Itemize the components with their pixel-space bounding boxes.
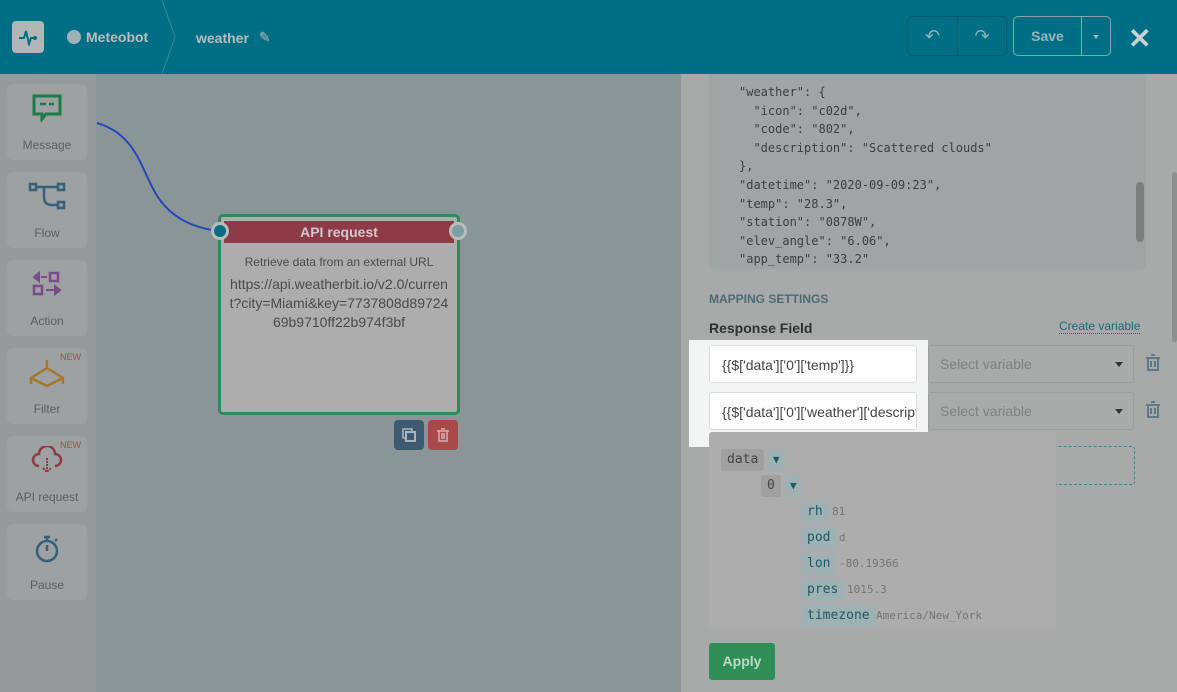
- delete-mapping-icon[interactable]: [1145, 401, 1161, 419]
- apply-button[interactable]: Apply: [709, 643, 775, 680]
- save-group: Save: [1013, 16, 1111, 56]
- app-logo-icon[interactable]: [12, 21, 44, 53]
- caret-down-icon: [1115, 362, 1123, 371]
- header: Meteobot weather ✎ ↶ ↷ Save ✕: [0, 0, 1177, 74]
- save-button[interactable]: Save: [1014, 17, 1082, 55]
- response-field-input[interactable]: {{$['data']['0']['temp']}}: [709, 345, 917, 383]
- cloud-download-icon: [31, 444, 63, 474]
- delete-mapping-icon[interactable]: [1145, 354, 1161, 372]
- bot-breadcrumb[interactable]: Meteobot: [67, 29, 148, 45]
- tool-action[interactable]: Action: [7, 260, 87, 336]
- tree-key[interactable]: timezone: [801, 605, 876, 627]
- flow-name[interactable]: weather ✎: [196, 29, 271, 46]
- undo-button[interactable]: ↶: [908, 17, 958, 55]
- tree-key[interactable]: 0: [761, 475, 781, 497]
- messenger-icon: [67, 30, 81, 44]
- tree-key[interactable]: pres: [801, 579, 845, 601]
- history-buttons: ↶ ↷: [907, 16, 1007, 56]
- output-port[interactable]: [449, 222, 467, 240]
- variable-select[interactable]: Select variable: [928, 392, 1134, 430]
- breadcrumb-separator: [162, 0, 176, 74]
- tree-key[interactable]: lon: [801, 553, 837, 575]
- collapse-toggle-icon[interactable]: ▼: [768, 449, 785, 471]
- action-icon: [32, 270, 62, 297]
- caret-down-icon: [1115, 409, 1123, 418]
- delete-node-button[interactable]: [428, 420, 458, 450]
- tool-flow[interactable]: Flow: [7, 172, 87, 248]
- tool-sidebar: Message Flow Action NEW Filter NEW API req…: [0, 74, 96, 692]
- connection-line: [96, 122, 222, 232]
- panel-scrollbar[interactable]: [1172, 172, 1177, 342]
- filter-icon: [29, 360, 65, 388]
- message-icon: [32, 94, 62, 124]
- duplicate-node-button[interactable]: [394, 420, 424, 450]
- flow-icon: [28, 182, 66, 210]
- response-field-input[interactable]: {{$['data']['0']['weather']['description…: [709, 392, 917, 430]
- variable-select[interactable]: Select variable: [928, 345, 1134, 383]
- create-variable-link[interactable]: Create variable: [1059, 319, 1141, 334]
- response-preview: "weather": { "icon": "c02d", "code": "80…: [709, 74, 1146, 270]
- save-dropdown-button[interactable]: [1082, 17, 1110, 55]
- tree-key[interactable]: rh: [801, 501, 829, 523]
- copy-icon: [402, 428, 416, 442]
- redo-button[interactable]: ↷: [958, 17, 1006, 55]
- tree-key[interactable]: data: [721, 449, 765, 471]
- tool-pause[interactable]: Pause: [7, 524, 87, 600]
- api-request-node[interactable]: API request Retrieve data from an extern…: [218, 214, 460, 415]
- pencil-icon[interactable]: ✎: [259, 29, 271, 46]
- mapping-settings-title: MAPPING SETTINGS: [709, 292, 829, 306]
- tool-api-request[interactable]: NEW API request: [7, 436, 87, 512]
- trash-icon: [437, 428, 449, 442]
- tool-filter[interactable]: NEW Filter: [7, 348, 87, 424]
- input-port[interactable]: [211, 222, 229, 240]
- preview-scrollbar[interactable]: [1136, 182, 1144, 242]
- tree-key[interactable]: pod: [801, 527, 837, 549]
- collapse-toggle-icon[interactable]: ▼: [785, 475, 802, 497]
- response-tree-dropdown: data ▼ 0 ▼ rh 81 pod d lon -80.19366 pres 10…: [709, 432, 1056, 628]
- tool-message[interactable]: Message: [7, 84, 87, 160]
- response-field-label: Response Field: [709, 320, 813, 336]
- stopwatch-icon: [35, 535, 59, 563]
- close-icon[interactable]: ✕: [1128, 22, 1151, 55]
